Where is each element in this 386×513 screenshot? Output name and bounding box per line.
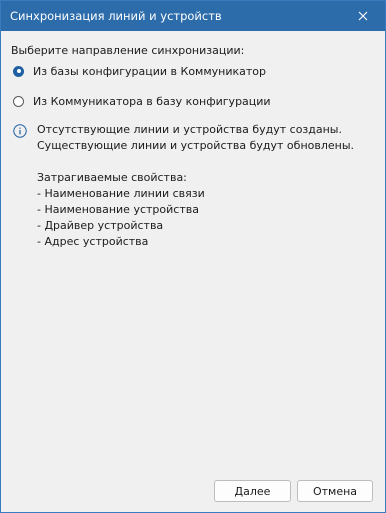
info-icon [13,124,27,138]
radio-option-config-to-communicator[interactable]: Из базы конфигурации в Коммуникатор [11,62,385,80]
radio-button-unselected[interactable] [13,95,24,107]
affected-property-item: - Драйвер устройства [37,219,164,232]
sync-dialog: Синхронизация линий и устройств Выберите… [0,0,386,513]
close-button[interactable] [341,1,385,31]
info-text: Отсутствующие линии и устройства будут с… [37,122,354,250]
close-icon [358,11,368,21]
cancel-button[interactable]: Отмена [297,480,373,502]
affected-properties-title: Затрагиваемые свойства: [37,171,187,184]
radio-option-communicator-to-config[interactable]: Из Коммуникатора в базу конфигурации [11,92,385,110]
radio-label: Из Коммуникатора в базу конфигурации [33,94,271,108]
direction-prompt: Выберите направление синхронизации: [11,44,245,57]
affected-property-item: - Адрес устройства [37,235,149,248]
radio-label: Из базы конфигурации в Коммуникатор [33,64,267,78]
info-line-created: Отсутствующие линии и устройства будут с… [37,123,342,136]
affected-property-item: - Наименование линии связи [37,187,205,200]
window-title: Синхронизация линий и устройств [10,9,222,23]
info-panel: Отсутствующие линии и устройства будут с… [11,122,385,250]
title-bar: Синхронизация линий и устройств [1,1,385,31]
info-line-updated: Существующие линии и устройства будут об… [37,139,355,152]
next-button[interactable]: Далее [214,480,291,502]
dialog-footer: Далее Отмена [1,474,385,512]
affected-property-item: - Наименование устройства [37,203,199,216]
radio-button-selected[interactable] [13,65,24,77]
dialog-body: Выберите направление синхронизации: Из б… [1,31,385,250]
